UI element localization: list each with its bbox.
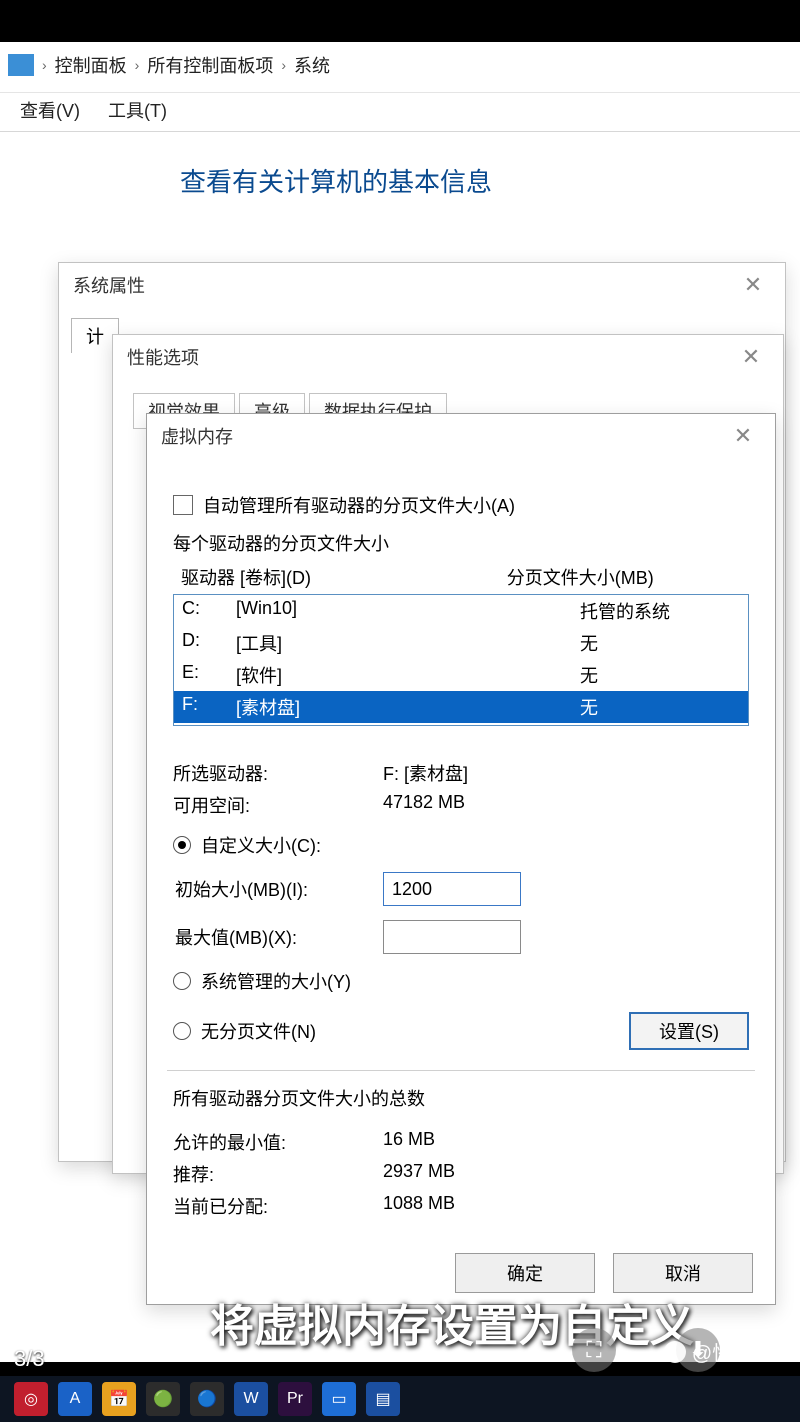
- free-space-value: 47182 MB: [383, 792, 465, 818]
- no-paging-file-radio[interactable]: [173, 1022, 191, 1040]
- per-drive-heading: 每个驱动器的分页文件大小: [173, 530, 749, 556]
- dialog-title: 性能选项: [127, 344, 199, 370]
- auto-manage-checkbox[interactable]: [173, 495, 193, 515]
- custom-size-radio[interactable]: [173, 836, 191, 854]
- free-space-label: 可用空间:: [173, 792, 383, 818]
- chevron-right-icon: ›: [281, 57, 286, 73]
- column-size-header: 分页文件大小(MB): [507, 564, 747, 590]
- taskbar-app-1-icon[interactable]: ◎: [14, 1382, 48, 1416]
- dialog-title: 系统属性: [73, 272, 145, 298]
- drive-row[interactable]: C:[Win10]托管的系统: [174, 595, 748, 627]
- system-managed-radio[interactable]: [173, 972, 191, 990]
- currently-allocated-value: 1088 MB: [383, 1193, 455, 1219]
- max-size-label: 最大值(MB)(X):: [175, 924, 371, 950]
- divider: [167, 1070, 755, 1071]
- no-paging-file-label: 无分页文件(N): [201, 1018, 316, 1044]
- menu-view[interactable]: 查看(V): [20, 97, 80, 123]
- page-indicator: 3/3: [14, 1346, 45, 1372]
- initial-size-input[interactable]: [383, 872, 521, 906]
- drive-letter: C:: [182, 598, 236, 624]
- taskbar-app-8-icon[interactable]: ▭: [322, 1382, 356, 1416]
- selected-drive-label: 所选驱动器:: [173, 760, 383, 786]
- drive-letter: F:: [182, 694, 236, 720]
- drive-label: [工具]: [236, 630, 580, 656]
- drive-page-size: 托管的系统: [580, 598, 740, 624]
- taskbar-chrome-1-icon[interactable]: 🟢: [146, 1382, 180, 1416]
- drive-letter: D:: [182, 630, 236, 656]
- watermark: @快乐m1: [664, 1337, 780, 1366]
- dialog-title: 虚拟内存: [161, 423, 233, 449]
- drive-listbox[interactable]: C:[Win10]托管的系统D:[工具]无E:[软件]无F:[素材盘]无: [173, 594, 749, 726]
- breadcrumb: › 控制面板 › 所有控制面板项 › 系统: [0, 42, 800, 93]
- taskbar: ◎ A 📅 🟢 🔵 W Pr ▭ ▤: [0, 1376, 800, 1422]
- drive-label: [软件]: [236, 662, 580, 688]
- auto-manage-label: 自动管理所有驱动器的分页文件大小(A): [203, 492, 515, 518]
- drive-label: [素材盘]: [236, 694, 580, 720]
- close-icon[interactable]: ✕: [733, 343, 769, 371]
- custom-size-label: 自定义大小(C):: [201, 832, 321, 858]
- system-managed-label: 系统管理的大小(Y): [201, 968, 351, 994]
- drive-row[interactable]: D:[工具]无: [174, 627, 748, 659]
- cancel-button[interactable]: 取消: [613, 1253, 753, 1293]
- chevron-right-icon: ›: [42, 57, 47, 73]
- drive-row[interactable]: E:[软件]无: [174, 659, 748, 691]
- breadcrumb-item[interactable]: 所有控制面板项: [147, 52, 273, 78]
- breadcrumb-item[interactable]: 控制面板: [55, 52, 127, 78]
- max-size-input[interactable]: [383, 920, 521, 954]
- drive-page-size: 无: [580, 662, 740, 688]
- drive-letter: E:: [182, 662, 236, 688]
- initial-size-label: 初始大小(MB)(I):: [175, 876, 371, 902]
- recommended-value: 2937 MB: [383, 1161, 455, 1187]
- paw-icon: [664, 1341, 686, 1363]
- min-allowed-label: 允许的最小值:: [173, 1129, 383, 1155]
- virtual-memory-dialog: 虚拟内存 ✕ 自动管理所有驱动器的分页文件大小(A) 每个驱动器的分页文件大小 …: [146, 413, 776, 1305]
- breadcrumb-item[interactable]: 系统: [294, 52, 330, 78]
- chevron-right-icon: ›: [135, 57, 140, 73]
- currently-allocated-label: 当前已分配:: [173, 1193, 383, 1219]
- min-allowed-value: 16 MB: [383, 1129, 435, 1155]
- drive-page-size: 无: [580, 694, 740, 720]
- drive-page-size: 无: [580, 630, 740, 656]
- taskbar-app-2-icon[interactable]: A: [58, 1382, 92, 1416]
- taskbar-app-9-icon[interactable]: ▤: [366, 1382, 400, 1416]
- ok-button[interactable]: 确定: [455, 1253, 595, 1293]
- drive-row[interactable]: F:[素材盘]无: [174, 691, 748, 723]
- taskbar-app-3-icon[interactable]: 📅: [102, 1382, 136, 1416]
- control-panel-icon: [8, 54, 34, 76]
- drive-label: [Win10]: [236, 598, 580, 624]
- scan-icon[interactable]: ⛶: [572, 1328, 616, 1372]
- close-icon[interactable]: ✕: [725, 422, 761, 450]
- menubar: 查看(V) 工具(T): [0, 93, 800, 132]
- page-title: 查看有关计算机的基本信息: [0, 132, 800, 217]
- column-drive-header: 驱动器 [卷标](D): [175, 564, 507, 590]
- close-icon[interactable]: ✕: [735, 271, 771, 299]
- set-button[interactable]: 设置(S): [629, 1012, 749, 1050]
- taskbar-word-icon[interactable]: W: [234, 1382, 268, 1416]
- totals-heading: 所有驱动器分页文件大小的总数: [173, 1085, 749, 1111]
- menu-tools[interactable]: 工具(T): [108, 97, 167, 123]
- recommended-label: 推荐:: [173, 1161, 383, 1187]
- taskbar-premiere-icon[interactable]: Pr: [278, 1382, 312, 1416]
- selected-drive-value: F: [素材盘]: [383, 760, 468, 786]
- taskbar-chrome-2-icon[interactable]: 🔵: [190, 1382, 224, 1416]
